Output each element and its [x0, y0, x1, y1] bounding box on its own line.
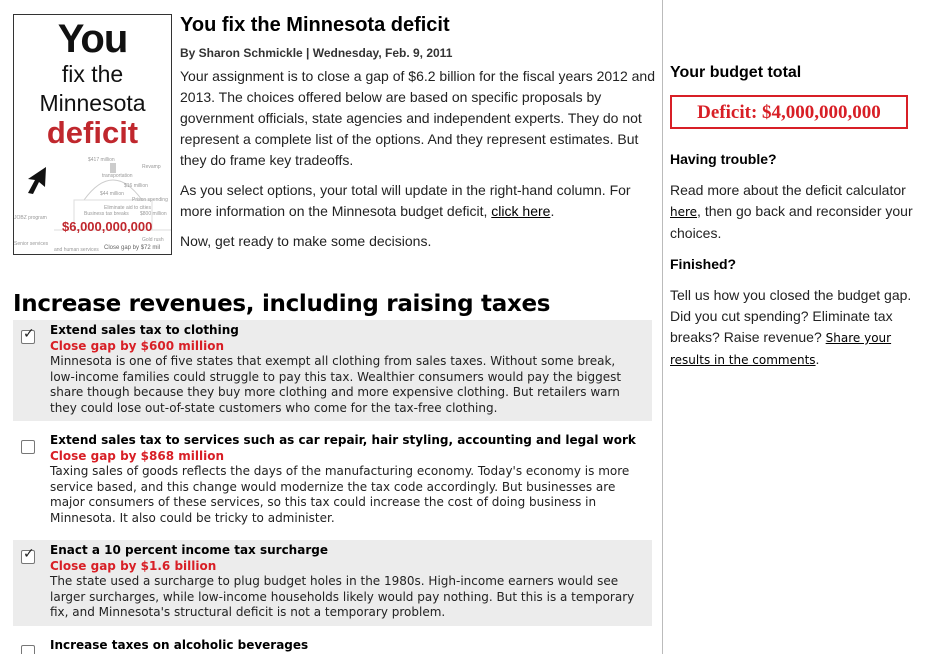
promo-faint-text: Gold rush	[142, 237, 164, 243]
promo-faint-text: $800 million	[140, 211, 167, 217]
checkmark-icon: ✓	[23, 546, 35, 562]
option-checkbox[interactable]	[21, 644, 35, 654]
finished-heading: Finished?	[670, 256, 737, 272]
promo-faint-text: $16 million	[124, 183, 148, 189]
promo-faint-text: JOBZ program	[14, 215, 47, 221]
cursor-arrow-icon	[28, 167, 46, 194]
click-here-link[interactable]: click here	[491, 203, 550, 219]
promo-amount: $6,000,000,000	[62, 219, 153, 234]
intro-paragraph-2-end: .	[550, 203, 555, 219]
intro-paragraph-2: As you select options, your total will u…	[180, 180, 655, 222]
deficit-total: Deficit: $4,000,000,000	[670, 95, 908, 129]
option-description: Taxing sales of goods reflects the days …	[50, 464, 630, 525]
promo-faint-text: transportation	[102, 173, 133, 179]
promo-faint-text: Business tax breaks	[84, 211, 129, 217]
option-item: Extend sales tax to services such as car…	[13, 430, 652, 531]
page-title: You fix the Minnesota deficit	[180, 14, 450, 36]
option-item: Increase taxes on alcoholic beverages	[13, 635, 652, 654]
option-description: The state used a surcharge to plug budge…	[50, 574, 635, 619]
having-trouble-text-start: Read more about the deficit calculator	[670, 182, 906, 198]
having-trouble-text-end: , then go back and reconsider your choic…	[670, 203, 913, 241]
checkmark-icon: ✓	[23, 326, 35, 342]
promo-close-gap: Close gap by $72 mil	[104, 245, 161, 251]
promo-image: You fix the Minnesota deficit $417 milli…	[13, 14, 172, 255]
promo-title-you: You	[57, 17, 129, 61]
promo-faint-text: Prison spending	[132, 197, 168, 203]
option-checkbox[interactable]	[21, 440, 35, 454]
intro-text: Your assignment is to close a gap of $6.…	[180, 66, 655, 261]
intro-paragraph-3: Now, get ready to make some decisions.	[180, 233, 432, 249]
finished-text: Tell us how you closed the budget gap. D…	[670, 285, 930, 371]
budget-sidebar: Your budget total Deficit: $4,000,000,00…	[670, 62, 930, 381]
option-name: Increase taxes on alcoholic beverages	[50, 637, 309, 652]
promo-faint-text: $417 million	[88, 157, 115, 163]
budget-total-heading: Your budget total	[670, 64, 802, 81]
promo-faint-text: Senior services	[14, 241, 49, 247]
option-description: Minnesota is one of five states that exe…	[50, 354, 622, 415]
byline: By Sharon Schmickle | Wednesday, Feb. 9,…	[180, 46, 453, 60]
section-title: Increase revenues, including raising tax…	[13, 291, 551, 317]
options-list: ✓ Extend sales tax to clothing Close gap…	[13, 320, 652, 654]
calculator-info-link[interactable]: here	[670, 205, 697, 219]
intro-paragraph-1: Your assignment is to close a gap of $6.…	[180, 68, 655, 168]
option-name: Extend sales tax to services such as car…	[50, 433, 636, 447]
promo-title-fix: fix the	[61, 61, 124, 87]
option-gap: Close gap by $600 million	[50, 338, 224, 353]
option-gap: Close gap by $1.6 billion	[50, 558, 217, 573]
option-name: Enact a 10 percent income tax surcharge	[50, 543, 328, 557]
intro-paragraph-2-text: As you select options, your total will u…	[180, 182, 631, 219]
finished-text-end: .	[815, 351, 820, 367]
option-item: ✓ Enact a 10 percent income tax surcharg…	[13, 540, 652, 626]
option-checkbox[interactable]: ✓	[21, 326, 35, 344]
promo-title-deficit: deficit	[46, 115, 139, 150]
option-item: ✓ Extend sales tax to clothing Close gap…	[13, 320, 652, 421]
option-name: Extend sales tax to clothing	[50, 323, 239, 337]
promo-faint-text: $44 million	[100, 191, 124, 197]
option-checkbox[interactable]: ✓	[21, 546, 35, 564]
option-gap: Close gap by $868 million	[50, 448, 224, 463]
having-trouble-heading: Having trouble?	[670, 151, 777, 167]
column-divider	[662, 0, 663, 654]
promo-faint-text: and human services	[54, 247, 99, 253]
having-trouble-text: Read more about the deficit calculator h…	[670, 180, 930, 244]
promo-faint-text: Revamp	[142, 164, 161, 170]
promo-title-minnesota: Minnesota	[39, 90, 146, 116]
